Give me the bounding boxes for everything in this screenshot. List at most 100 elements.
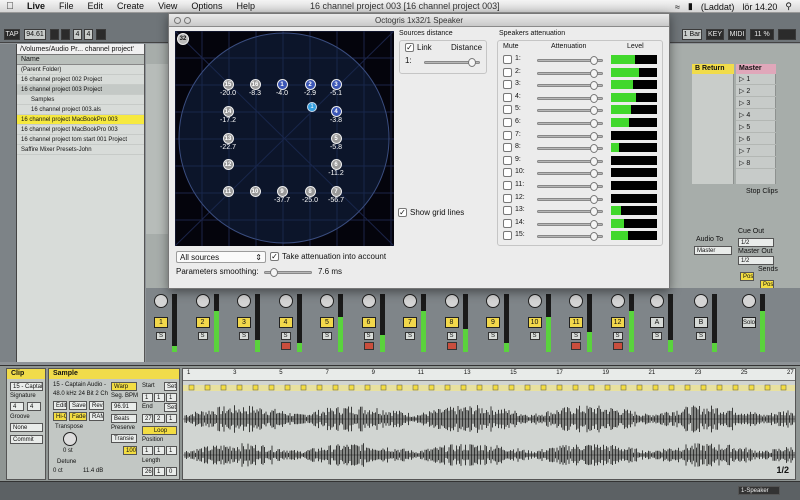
plugin-titlebar[interactable]: Octogris 1x32/1 Speaker [169,14,669,27]
attenuation-slider[interactable] [537,207,603,217]
return-b-header[interactable]: B Return [692,64,734,74]
pan-knob[interactable] [278,294,293,308]
source-marker[interactable]: 1 [307,102,317,112]
distance-slider[interactable] [424,58,480,67]
tap-button[interactable]: TAP [4,29,20,40]
loop-length[interactable]: 1 Bar [682,29,702,40]
scene-slot[interactable]: ▷ 6 [736,134,776,145]
track-activator[interactable]: 6 [361,317,376,328]
scene-slot[interactable]: ▷ 5 [736,122,776,133]
slider-thumb[interactable] [270,268,278,277]
mute-checkbox[interactable] [503,181,512,190]
pan-knob[interactable] [742,294,756,308]
warp-mode-select[interactable]: Beats [111,414,137,423]
slider-thumb[interactable] [468,58,476,67]
slider-thumb[interactable] [590,131,598,141]
speaker-field[interactable]: 32 15 -20.0 16 -8.3 1 -4.0 2 -2.9 3 -5.1 14 -17.2 4-… [175,31,394,246]
track-activator[interactable]: 7 [403,317,417,328]
clip-header[interactable]: Clip [7,369,45,379]
wifi-icon[interactable]: ≈ [675,2,680,12]
attenuation-slider[interactable] [537,182,603,191]
smoothing-slider[interactable] [264,268,312,277]
sample-header[interactable]: Sample [49,369,179,379]
timeline-ruler[interactable]: 1 3 5 7 9 11 13 15 17 19 21 23 25 27 [183,369,795,381]
menu-options[interactable]: Options [184,1,229,11]
browser-row[interactable]: (Parent Folder) [17,65,144,75]
end-beat[interactable]: 2 [154,414,165,423]
attenuation-slider[interactable] [537,106,603,116]
end-bar[interactable]: 27 [142,414,153,423]
ram-button[interactable]: RAM [89,412,104,421]
metronome-button[interactable] [50,29,59,40]
clip-name-field[interactable]: 15 - Captain [10,382,43,391]
take-attenuation-checkbox[interactable]: ✓ [270,252,279,261]
end-sixteenth[interactable]: 1 [166,414,177,423]
pan-knob[interactable] [486,294,500,308]
slider-thumb[interactable] [590,119,598,128]
speaker-marker[interactable]: 14 [222,105,234,117]
scene-slot[interactable]: ▷ 3 [736,98,776,109]
follow-button[interactable] [96,29,106,40]
minimize-icon[interactable] [184,17,191,24]
speaker-marker[interactable]: 16 [249,78,261,90]
save-button[interactable]: Save [69,401,87,410]
stop-clips-button[interactable]: Stop Clips [746,188,778,195]
loop-button[interactable]: Loop [142,426,177,435]
meter-denominator[interactable]: 4 [84,29,93,40]
speaker-marker[interactable]: 15 [222,78,234,90]
pan-knob[interactable] [154,294,168,308]
gain-value[interactable]: 11.4 dB [83,468,103,474]
mute-checkbox[interactable] [503,130,512,140]
browser-row[interactable]: 16 channel project 003 Project [17,85,144,95]
slider-thumb[interactable] [590,207,598,217]
attenuation-slider[interactable] [537,156,603,166]
pan-knob[interactable] [527,294,542,308]
solo-button[interactable]: S [405,332,415,340]
attenuation-slider[interactable] [537,144,603,154]
waveform-display[interactable] [183,383,796,480]
track-activator[interactable]: 10 [527,317,542,328]
mute-checkbox[interactable] [503,218,512,228]
length-beat[interactable]: 1 [154,467,165,476]
slider-thumb[interactable] [590,219,598,229]
browser-row-selected[interactable]: 16 channel project MacBookPro 003 [17,115,144,125]
tempo-field[interactable]: 94.61 [24,29,46,40]
slider-thumb[interactable] [590,144,598,154]
arm-button[interactable] [363,342,374,350]
solo-button[interactable]: S [612,332,623,340]
browser-row[interactable]: 16 channel project tom start 001 Project [17,135,144,145]
arm-button[interactable] [571,342,581,350]
slider-thumb[interactable] [590,93,598,103]
mute-checkbox[interactable] [503,231,512,241]
fade-button[interactable]: Fade [69,412,87,421]
mute-checkbox[interactable] [503,155,512,165]
scene-slot[interactable]: ▷ 8 [736,158,776,169]
speaker-marker[interactable]: 11 [222,185,234,197]
clock[interactable]: lör 14.20 [742,2,777,12]
scene-slot[interactable]: ▷ 1 [736,74,776,85]
attenuation-slider[interactable] [537,194,603,204]
groove-select[interactable]: None [10,423,43,432]
solo-button[interactable]: S [529,332,540,340]
solo-button[interactable]: S [571,332,581,340]
nudge-button[interactable] [61,29,70,40]
speaker-marker[interactable]: 12 [222,158,234,170]
attenuation-slider[interactable] [537,68,603,78]
attenuation-slider[interactable] [537,56,603,65]
browser-row[interactable]: 16 channel project MacBookPro 003 [17,125,144,135]
menu-view[interactable]: View [151,1,184,11]
edit-button[interactable]: Edit [53,401,67,410]
solo-button[interactable]: S [488,332,498,340]
mute-checkbox[interactable] [503,143,512,153]
attenuation-slider[interactable] [537,169,603,179]
track-activator[interactable]: 5 [320,317,334,328]
solo-button[interactable]: Solo [742,317,756,328]
warp-button[interactable]: Warp [111,382,137,391]
speaker-marker[interactable]: 8 [304,185,316,197]
speaker-marker[interactable]: 9 [276,185,288,197]
track-activator[interactable]: 9 [486,317,500,328]
pan-knob[interactable] [694,294,708,308]
spotlight-icon[interactable]: ⚲ [785,1,792,12]
track-activator[interactable]: 12 [610,317,625,328]
attenuation-slider[interactable] [537,232,603,242]
